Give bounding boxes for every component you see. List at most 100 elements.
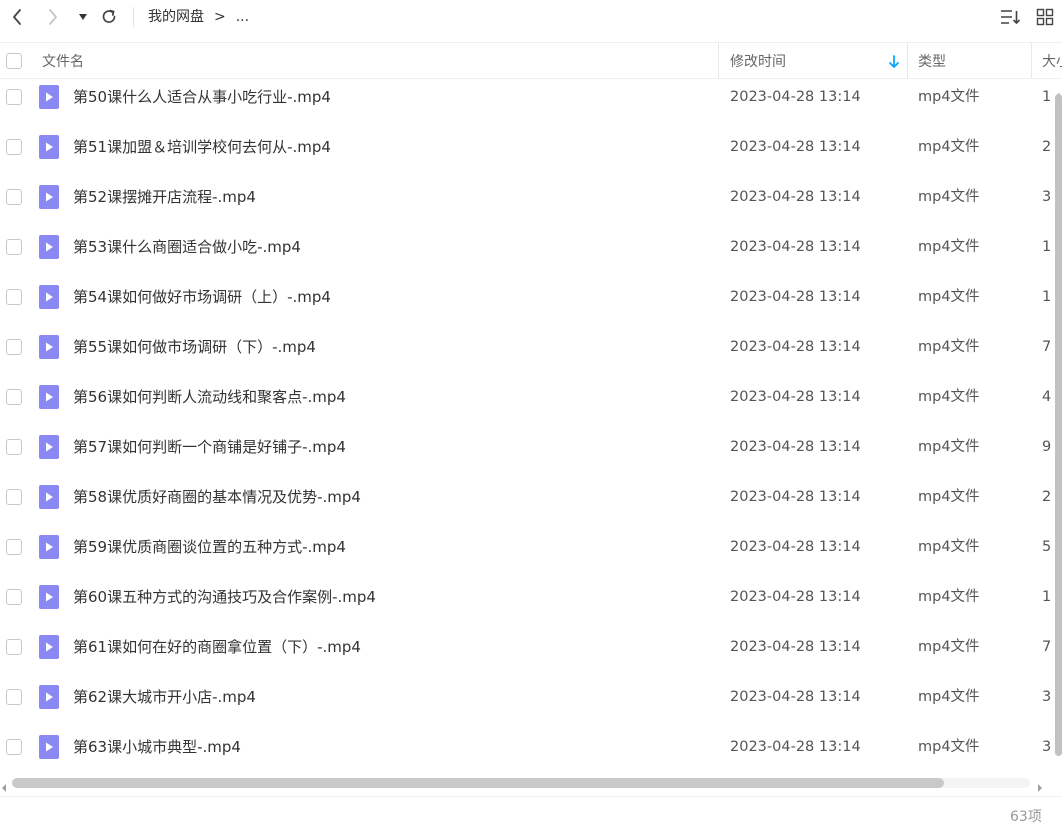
file-type: mp4文件: [918, 189, 980, 205]
file-list: 第50课什么人适合从事小吃行业-.mp4 2023-04-28 13:14 mp…: [0, 79, 1062, 769]
breadcrumb-more[interactable]: ...: [236, 8, 249, 26]
file-row[interactable]: 第58课优质好商圈的基本情况及优势-.mp4 2023-04-28 13:14 …: [0, 479, 1062, 529]
file-row[interactable]: 第61课如何在好的商圈拿位置（下）-.mp4 2023-04-28 13:14 …: [0, 629, 1062, 679]
file-type: mp4文件: [918, 539, 980, 555]
row-checkbox[interactable]: [6, 89, 22, 105]
file-modified: 2023-04-28 13:14: [730, 689, 861, 705]
row-checkbox[interactable]: [6, 489, 22, 505]
file-modified: 2023-04-28 13:14: [730, 339, 861, 355]
file-type: mp4文件: [918, 639, 980, 655]
forward-icon[interactable]: [44, 6, 62, 28]
sort-descending-icon[interactable]: [888, 54, 900, 68]
file-type: mp4文件: [918, 339, 980, 355]
row-checkbox[interactable]: [6, 439, 22, 455]
video-file-icon: [38, 335, 60, 359]
file-modified: 2023-04-28 13:14: [730, 489, 861, 505]
video-file-icon: [38, 85, 60, 109]
file-type: mp4文件: [918, 439, 980, 455]
file-name[interactable]: 第56课如何判断人流动线和聚客点-.mp4: [73, 387, 346, 407]
refresh-icon[interactable]: [98, 6, 120, 28]
file-name[interactable]: 第57课如何判断一个商铺是好铺子-.mp4: [73, 437, 346, 457]
file-name[interactable]: 第55课如何做市场调研（下）-.mp4: [73, 337, 316, 357]
video-file-icon: [38, 435, 60, 459]
file-row[interactable]: 第57课如何判断一个商铺是好铺子-.mp4 2023-04-28 13:14 m…: [0, 429, 1062, 479]
vertical-scrollbar[interactable]: [1053, 84, 1062, 764]
column-header-modified[interactable]: 修改时间: [730, 43, 906, 79]
file-row[interactable]: 第53课什么商圈适合做小吃-.mp4 2023-04-28 13:14 mp4文…: [0, 229, 1062, 279]
file-row[interactable]: 第55课如何做市场调研（下）-.mp4 2023-04-28 13:14 mp4…: [0, 329, 1062, 379]
row-checkbox[interactable]: [6, 139, 22, 155]
file-row[interactable]: 第60课五种方式的沟通技巧及合作案例-.mp4 2023-04-28 13:14…: [0, 579, 1062, 629]
vertical-scroll-thumb[interactable]: [1055, 94, 1062, 756]
file-type: mp4文件: [918, 689, 980, 705]
row-checkbox[interactable]: [6, 289, 22, 305]
file-row[interactable]: 第50课什么人适合从事小吃行业-.mp4 2023-04-28 13:14 mp…: [0, 79, 1062, 129]
column-divider[interactable]: [1031, 43, 1032, 79]
row-checkbox[interactable]: [6, 689, 22, 705]
history-dropdown-icon[interactable]: [76, 10, 90, 24]
column-divider[interactable]: [718, 43, 719, 79]
breadcrumb-root[interactable]: 我的网盘: [148, 8, 204, 26]
row-checkbox[interactable]: [6, 589, 22, 605]
file-name[interactable]: 第51课加盟＆培训学校何去何从-.mp4: [73, 137, 331, 157]
row-checkbox[interactable]: [6, 739, 22, 755]
column-divider[interactable]: [907, 43, 908, 79]
file-type: mp4文件: [918, 589, 980, 605]
row-checkbox[interactable]: [6, 239, 22, 255]
file-name[interactable]: 第59课优质商圈谈位置的五种方式-.mp4: [73, 537, 346, 557]
column-header-type[interactable]: 类型: [918, 43, 946, 79]
file-name[interactable]: 第52课摆摊开店流程-.mp4: [73, 187, 256, 207]
file-name[interactable]: 第62课大城市开小店-.mp4: [73, 687, 256, 707]
column-header-name[interactable]: 文件名: [42, 43, 84, 79]
grid-view-icon[interactable]: [1034, 6, 1056, 28]
horizontal-scrollbar[interactable]: [0, 775, 1062, 792]
file-row[interactable]: 第56课如何判断人流动线和聚客点-.mp4 2023-04-28 13:14 m…: [0, 379, 1062, 429]
column-header-size[interactable]: 大小: [1042, 43, 1062, 79]
file-modified: 2023-04-28 13:14: [730, 439, 861, 455]
file-modified: 2023-04-28 13:14: [730, 739, 861, 755]
file-row[interactable]: 第63课小城市典型-.mp4 2023-04-28 13:14 mp4文件 3: [0, 729, 1062, 769]
toolbar: 我的网盘 > ...: [0, 0, 1062, 36]
file-modified: 2023-04-28 13:14: [730, 89, 861, 105]
row-checkbox[interactable]: [6, 189, 22, 205]
select-all-checkbox[interactable]: [6, 53, 22, 69]
file-name[interactable]: 第50课什么人适合从事小吃行业-.mp4: [73, 87, 331, 107]
file-modified: 2023-04-28 13:14: [730, 389, 861, 405]
file-row[interactable]: 第54课如何做好市场调研（上）-.mp4 2023-04-28 13:14 mp…: [0, 279, 1062, 329]
file-modified: 2023-04-28 13:14: [730, 289, 861, 305]
footer-divider: [0, 796, 1062, 797]
video-file-icon: [38, 285, 60, 309]
scroll-up-icon[interactable]: [1055, 84, 1062, 97]
table-header: 文件名 修改时间 类型 大小: [0, 42, 1062, 79]
file-name[interactable]: 第61课如何在好的商圈拿位置（下）-.mp4: [73, 637, 361, 657]
file-type: mp4文件: [918, 289, 980, 305]
scroll-right-icon[interactable]: [1036, 778, 1044, 792]
file-row[interactable]: 第51课加盟＆培训学校何去何从-.mp4 2023-04-28 13:14 mp…: [0, 129, 1062, 179]
row-checkbox[interactable]: [6, 339, 22, 355]
file-name[interactable]: 第60课五种方式的沟通技巧及合作案例-.mp4: [73, 587, 376, 607]
file-modified: 2023-04-28 13:14: [730, 639, 861, 655]
sort-icon[interactable]: [998, 6, 1022, 28]
video-file-icon: [38, 135, 60, 159]
toolbar-divider: [133, 7, 134, 27]
scroll-left-icon[interactable]: [0, 778, 8, 792]
video-file-icon: [38, 685, 60, 709]
row-checkbox[interactable]: [6, 639, 22, 655]
video-file-icon: [38, 735, 60, 759]
file-row[interactable]: 第62课大城市开小店-.mp4 2023-04-28 13:14 mp4文件 3: [0, 679, 1062, 729]
file-name[interactable]: 第53课什么商圈适合做小吃-.mp4: [73, 237, 301, 257]
video-file-icon: [38, 185, 60, 209]
video-file-icon: [38, 585, 60, 609]
horizontal-scroll-thumb[interactable]: [12, 778, 944, 788]
file-modified: 2023-04-28 13:14: [730, 589, 861, 605]
row-checkbox[interactable]: [6, 389, 22, 405]
row-checkbox[interactable]: [6, 539, 22, 555]
file-name[interactable]: 第63课小城市典型-.mp4: [73, 737, 241, 757]
file-name[interactable]: 第58课优质好商圈的基本情况及优势-.mp4: [73, 487, 361, 507]
file-row[interactable]: 第52课摆摊开店流程-.mp4 2023-04-28 13:14 mp4文件 3: [0, 179, 1062, 229]
file-row[interactable]: 第59课优质商圈谈位置的五种方式-.mp4 2023-04-28 13:14 m…: [0, 529, 1062, 579]
file-type: mp4文件: [918, 739, 980, 755]
file-name[interactable]: 第54课如何做好市场调研（上）-.mp4: [73, 287, 331, 307]
back-icon[interactable]: [8, 6, 26, 28]
file-modified: 2023-04-28 13:14: [730, 139, 861, 155]
